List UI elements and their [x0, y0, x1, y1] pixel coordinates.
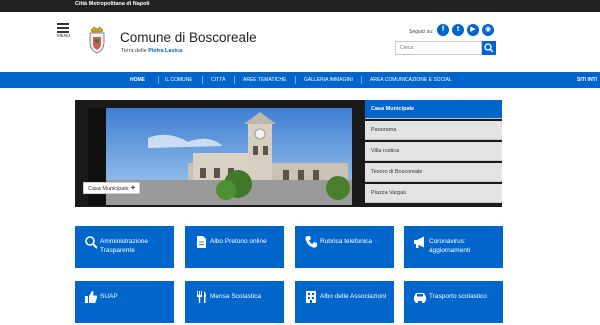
tile-label: SUAP — [100, 293, 118, 300]
nav-divider — [234, 76, 235, 84]
twitter-icon[interactable]: t — [452, 24, 464, 36]
subtitle-prefix: Terra delle — [121, 48, 149, 54]
tile-label: Coronavirus: aggiornamenti — [429, 238, 471, 254]
nav-divider — [202, 76, 203, 84]
slide-item-casa-municipale[interactable]: Casa Municipale — [365, 100, 502, 119]
nav-item-il-comune[interactable]: IL COMUNE — [165, 77, 193, 83]
subtitle-highlight: Pietra Lavica — [148, 48, 183, 54]
menu-label: MENU — [57, 33, 71, 38]
site-title[interactable]: Comune di Boscoreale — [120, 30, 257, 45]
slide-caption-label: Casa Municipale — [88, 186, 129, 192]
tile-amministrazione-trasparente[interactable]: Amministrazione Trasparente — [75, 226, 174, 268]
hamburger-icon-bar — [57, 23, 69, 25]
thumbs-up-icon — [85, 291, 98, 303]
top-bar: Città Metropolitana di Napoli — [0, 0, 600, 12]
tile-label: Trasporto scolastico — [429, 293, 487, 300]
nav-item-galleria-immagini[interactable]: GALLERIA IMMAGINI — [304, 77, 353, 83]
search-icon — [85, 236, 98, 249]
slide-item-piazza-vargas[interactable]: Piazza Vargas — [365, 184, 502, 203]
tile-albo-pretorio[interactable]: Albo Pretorio online — [185, 226, 284, 268]
tile-mensa-scolastica[interactable]: Mensa Scolastica — [185, 281, 284, 323]
search-icon — [484, 43, 494, 53]
tile-label: Albo delle Associazioni — [320, 293, 387, 300]
tile-trasporto-scolastico[interactable]: Trasporto scolastico — [404, 281, 503, 323]
slide-item-panorama[interactable]: Panorama — [365, 121, 502, 140]
nav-divider — [361, 76, 362, 84]
megaphone-icon — [414, 236, 424, 248]
nav-item-siti[interactable]: SITI INTI — [577, 77, 597, 83]
tile-rubrica-telefonica[interactable]: Rubrica telefonica — [295, 226, 394, 268]
search-button[interactable] — [482, 41, 496, 55]
nav-divider — [158, 76, 159, 84]
top-bar-label[interactable]: Città Metropolitana di Napoli — [75, 1, 150, 7]
building-icon — [306, 291, 316, 303]
coat-of-arms-icon[interactable] — [87, 26, 107, 54]
tile-label: Amministrazione Trasparente — [100, 238, 149, 254]
nav-item-citta[interactable]: CITTÀ — [211, 77, 225, 83]
rss-icon[interactable]: ◉ — [482, 24, 494, 36]
search-input[interactable] — [395, 41, 482, 55]
tile-albo-associazioni[interactable]: Albo delle Associazioni — [295, 281, 394, 323]
nav-item-aree-tematiche[interactable]: AREE TEMATICHE — [243, 77, 286, 83]
plus-icon: + — [130, 183, 136, 192]
facebook-icon[interactable]: f — [437, 24, 449, 36]
slide-item-tesoro[interactable]: Tesoro di Boscoreale — [365, 163, 502, 182]
cutlery-icon — [197, 291, 206, 303]
car-icon — [414, 293, 426, 303]
menu-button[interactable]: MENU — [57, 23, 71, 41]
slide-caption[interactable]: Casa Municipale + — [83, 182, 141, 194]
nav-item-area-comunicazione[interactable]: AREA COMUNICAZIONE E SOCIAL — [370, 77, 452, 83]
nav-divider — [295, 76, 296, 84]
phone-icon — [305, 236, 317, 248]
nav-item-home[interactable]: HOME — [130, 77, 145, 83]
tile-label: Rubrica telefonica — [320, 238, 373, 245]
main-nav: HOME IL COMUNE CITTÀ AREE TEMATICHE GALL… — [0, 72, 600, 88]
tile-label: Albo Pretorio online — [210, 238, 267, 245]
document-icon — [197, 236, 206, 248]
site-subtitle: Terra delle Pietra Lavica — [121, 48, 182, 54]
hamburger-icon-bar — [57, 27, 69, 29]
tile-coronavirus[interactable]: Coronavirus: aggiornamenti — [404, 226, 503, 268]
youtube-icon[interactable]: ▶ — [467, 24, 479, 36]
tile-suap[interactable]: SUAP — [75, 281, 174, 323]
slide-item-villa-rustica[interactable]: Villa rustica — [365, 142, 502, 161]
tile-label: Mensa Scolastica — [210, 293, 261, 300]
follow-label: Seguici su: — [409, 29, 434, 35]
